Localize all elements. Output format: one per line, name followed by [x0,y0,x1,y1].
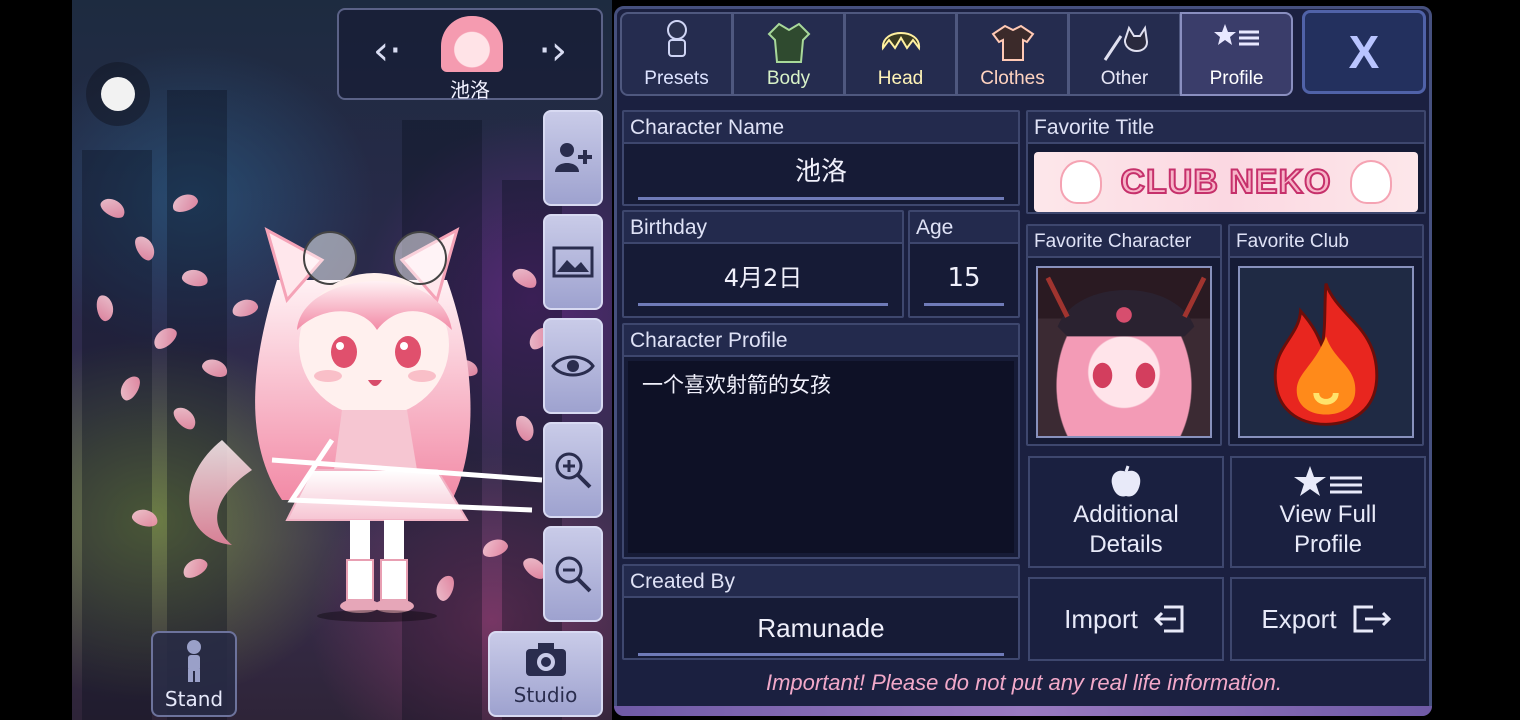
tab-head-label: Head [877,68,924,89]
created-by-box: Created By Ramunade [622,564,1020,660]
favorite-club-box: Favorite Club [1228,224,1424,446]
cat-icon [1060,160,1102,204]
created-by-label: Created By [624,566,1018,598]
add-character-button[interactable] [543,110,603,206]
zoom-out-button[interactable] [543,526,603,622]
favorite-character-box: Favorite Character [1026,224,1222,446]
image-icon [552,246,594,278]
fire-icon [1273,283,1379,426]
person-silhouette-icon [187,640,201,682]
character-switcher: ‹· 池洛 ·› [337,8,603,102]
sword-cat-icon [1103,25,1148,61]
eye-icon [551,355,595,377]
favorite-character-label: Favorite Character [1028,226,1220,258]
add-person-icon [555,143,592,172]
privacy-warning: Important! Please do not put any real li… [765,670,1283,695]
birthday-label: Birthday [624,212,902,244]
character-profile-label: Character Profile [624,325,1018,357]
apple-icon [1111,465,1141,497]
favorite-title-box: Favorite Title CLUB NEKO [1026,110,1426,214]
studio-label: Studio [513,683,578,707]
age-field[interactable]: 15 [924,256,1004,306]
studio-button[interactable]: Studio [488,631,603,717]
close-button[interactable]: X [1302,10,1426,94]
character-name-value: 池洛 [794,157,847,187]
zoom-out-icon [555,556,592,593]
star-list-icon [1294,466,1362,496]
tab-profile[interactable]: Profile [1180,12,1293,96]
favorite-title-label: Favorite Title [1028,112,1424,144]
import-label: Import [1064,603,1138,634]
age-label: Age [910,212,1018,244]
zoom-in-icon [555,452,592,489]
export-button[interactable]: Export [1230,577,1426,661]
tab-presets-label: Presets [644,68,709,89]
previous-character-arrow-icon[interactable]: ‹· [373,28,402,74]
tab-clothes-label: Clothes [980,68,1045,89]
character-avatar[interactable] [72,0,612,720]
character-name-label: Character Name [624,112,1018,144]
character-profile-textarea[interactable]: 一个喜欢射箭的女孩 [628,361,1014,553]
view-full-profile-button[interactable]: View Full Profile [1230,456,1426,568]
favorite-title-text: CLUB NEKO [1119,162,1332,202]
birthday-value: 4月2日 [723,264,803,292]
import-button[interactable]: Import [1028,577,1224,661]
character-thumbnail[interactable] [441,16,503,72]
character-scene [72,0,612,720]
cat-icon [1350,160,1392,204]
age-box: Age 15 [908,210,1020,318]
person-silhouette-icon [666,20,687,57]
tab-body-label: Body [766,68,811,89]
favorite-club-emblem[interactable] [1238,266,1414,438]
age-value: 15 [947,263,981,293]
character-name-field[interactable]: 池洛 [638,152,1004,200]
character-profile-box: Character Profile 一个喜欢射箭的女孩 [622,323,1020,559]
jacket-icon [767,22,810,63]
favorite-club-label: Favorite Club [1230,226,1422,258]
view-full-profile-label: View Full Profile [1279,501,1377,558]
hair-icon [881,32,920,51]
next-character-arrow-icon[interactable]: ·› [538,28,567,74]
tab-other[interactable]: Other [1068,12,1181,96]
birthday-box: Birthday 4月2日 [622,210,904,318]
editor-tabs: Presets Body Head Clothes Other Profile [620,12,1293,96]
star-list-icon [1213,24,1259,46]
camera-icon [525,643,566,676]
additional-details-label: Additional Details [1073,501,1179,558]
tab-head[interactable]: Head [844,12,957,96]
tab-presets[interactable]: Presets [620,12,733,96]
view-toggle-button[interactable] [543,318,603,414]
tab-profile-label: Profile [1209,68,1264,89]
shirt-icon [991,24,1034,61]
record-button[interactable] [86,62,150,126]
birthday-field[interactable]: 4月2日 [638,256,888,306]
tab-body[interactable]: Body [732,12,845,96]
character-profile-value: 一个喜欢射箭的女孩 [642,373,831,397]
created-by-value: Ramunade [757,613,885,643]
tab-clothes[interactable]: Clothes [956,12,1069,96]
character-switcher-name: 池洛 [450,78,490,102]
tab-other-label: Other [1100,68,1149,89]
stand-label: Stand [164,687,224,711]
record-dot-icon [101,77,135,111]
character-name-box: Character Name 池洛 [622,110,1020,206]
additional-details-button[interactable]: Additional Details [1028,456,1224,568]
favorite-character-portrait[interactable] [1036,266,1212,438]
zoom-in-button[interactable] [543,422,603,518]
background-button[interactable] [543,214,603,310]
stand-pose-button[interactable]: Stand [151,631,237,717]
export-label: Export [1261,603,1337,634]
import-icon [1153,605,1184,633]
created-by-field[interactable]: Ramunade [638,606,1004,656]
favorite-title-banner[interactable]: CLUB NEKO [1034,152,1418,212]
export-icon [1353,605,1391,633]
favorite-character-art [1045,276,1207,389]
